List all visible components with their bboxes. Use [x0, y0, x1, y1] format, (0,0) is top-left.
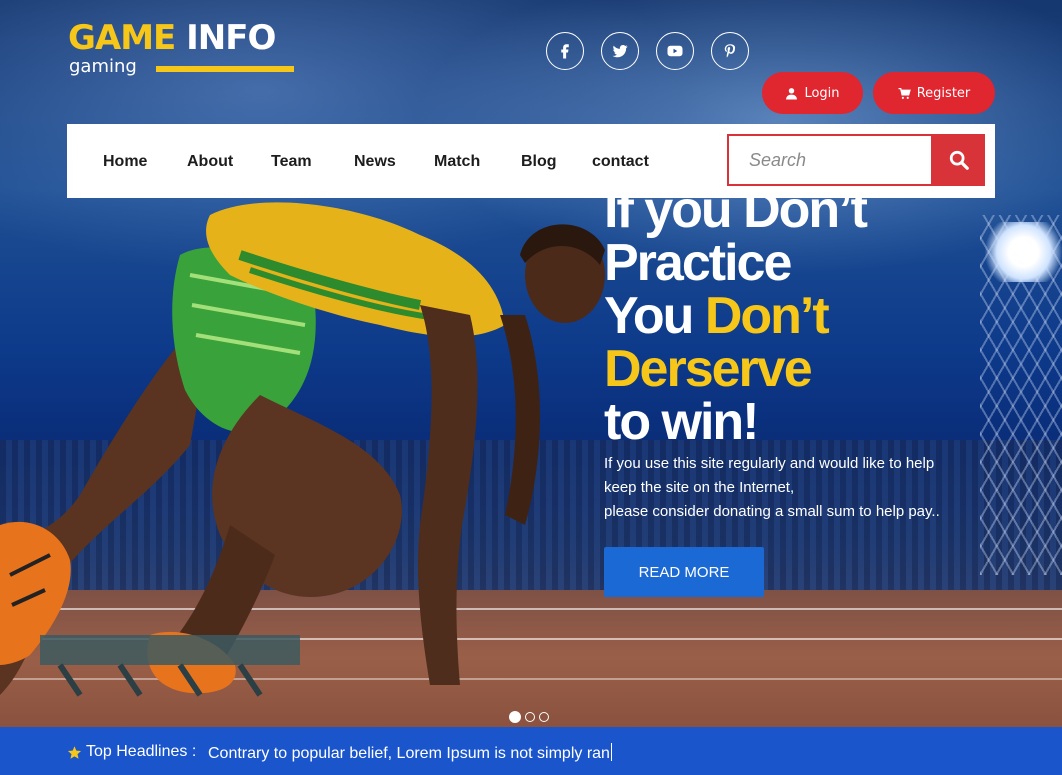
search-button[interactable] [932, 134, 985, 186]
headline-line-5: to win! [604, 393, 760, 451]
star-icon [67, 745, 82, 759]
ticker-text[interactable]: Contrary to popular belief, Lorem Ipsum … [208, 743, 612, 763]
youtube-icon [667, 45, 683, 57]
register-button[interactable]: Register [873, 72, 995, 114]
facebook-icon [561, 44, 569, 59]
login-label: Login [804, 85, 840, 101]
pinterest-link[interactable] [711, 32, 749, 70]
headline-ticker: Top Headlines : Contrary to popular beli… [0, 727, 1062, 775]
login-button[interactable]: Login [762, 72, 863, 114]
slider-dot-3[interactable] [539, 712, 549, 722]
headline-line-4: Derserve [604, 340, 813, 398]
logo-underline [156, 66, 294, 72]
twitter-icon [612, 45, 628, 58]
youtube-link[interactable] [656, 32, 694, 70]
hero-desc-line-2: keep the site on the Internet, [604, 479, 795, 496]
search-box [727, 134, 939, 186]
nav-item-news[interactable]: News [354, 152, 396, 172]
register-label: Register [916, 85, 971, 101]
headline-line-1: If you Don’t [604, 181, 868, 239]
hero-headline: If you Don’t Practice You Don’t Derserve… [604, 184, 1044, 449]
nav-item-team[interactable]: Team [271, 152, 312, 172]
twitter-link[interactable] [601, 32, 639, 70]
slider-dot-2[interactable] [525, 712, 535, 722]
nav-item-contact[interactable]: contact [592, 152, 649, 172]
ticker-label-text: Top Headlines : [86, 743, 197, 760]
search-input[interactable] [749, 138, 939, 182]
facebook-link[interactable] [546, 32, 584, 70]
logo-subtitle: gaming [69, 56, 137, 77]
nav-item-about[interactable]: About [187, 152, 233, 172]
slider-dot-1[interactable] [509, 711, 521, 723]
logo-word-info: INFO [186, 18, 276, 58]
site-logo[interactable]: GAME INFO gaming [68, 18, 298, 78]
read-more-button[interactable]: READ MORE [604, 547, 764, 597]
user-icon [786, 87, 798, 99]
headline-line-3a: You [604, 287, 705, 345]
hero-desc-line-1: If you use this site regularly and would… [604, 455, 935, 472]
logo-title: GAME INFO [68, 18, 276, 58]
logo-word-game: GAME [68, 18, 176, 58]
nav-item-home[interactable]: Home [103, 152, 147, 172]
cart-icon [898, 87, 911, 99]
slider-dots [509, 711, 549, 724]
ticker-label: Top Headlines : [67, 743, 196, 761]
headline-line-3b: Don’t [704, 287, 830, 345]
hero-description: If you use this site regularly and would… [604, 452, 1024, 524]
pinterest-icon [724, 44, 736, 58]
nav-item-blog[interactable]: Blog [521, 152, 557, 172]
headline-line-2: Practice [604, 234, 792, 292]
sprinter-image [0, 202, 605, 697]
search-icon [949, 150, 969, 170]
hero-desc-line-3: please consider donating a small sum to … [604, 503, 940, 520]
nav-item-match[interactable]: Match [434, 152, 480, 172]
